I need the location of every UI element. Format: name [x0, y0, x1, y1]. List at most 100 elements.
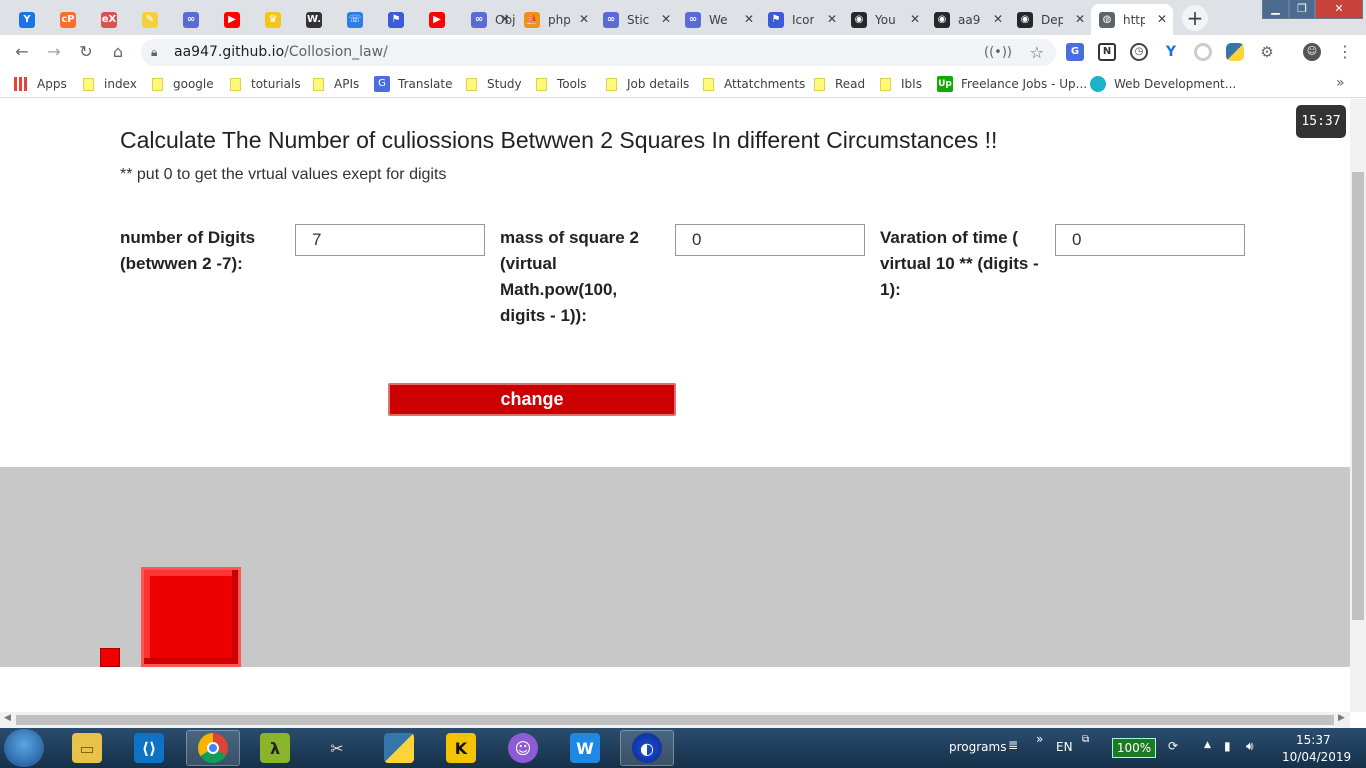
tab[interactable]: ☏ [339, 4, 380, 35]
tray-display-icon[interactable]: ⧉ [1082, 734, 1089, 745]
settings-ext-icon[interactable]: ⚙ [1258, 43, 1276, 61]
tab[interactable]: ∞ We ✕ [677, 4, 760, 35]
lock-icon: 🔒︎ [151, 45, 158, 59]
digits-input[interactable] [295, 224, 485, 256]
forward-icon[interactable]: → [43, 41, 65, 63]
tab-close-icon[interactable]: ✕ [993, 12, 1003, 26]
taskbar-python[interactable] [372, 730, 426, 766]
scroll-left-icon[interactable]: ◀ [4, 713, 11, 723]
time-variation-input[interactable] [1055, 224, 1245, 256]
taskbar-vscode[interactable]: ⟨⟩ [122, 730, 176, 766]
yandex-ext-icon[interactable]: Y [1162, 43, 1180, 61]
translate-ext-icon[interactable]: G [1066, 43, 1084, 61]
circle-ext-icon[interactable] [1194, 43, 1212, 61]
cast-icon[interactable]: ((•)) [984, 39, 1012, 66]
bookmark-item[interactable]: IbIs [880, 75, 922, 93]
tab[interactable]: ▶ [421, 4, 462, 35]
tray-up-icon[interactable]: ▲ [1204, 740, 1211, 750]
menu-icon[interactable]: ⋮ [1334, 41, 1356, 63]
tray-db-icon[interactable]: ≣ [1008, 738, 1018, 752]
tab[interactable]: ◉ aa9 ✕ [926, 4, 1009, 35]
tab[interactable]: W. [298, 4, 339, 35]
tab-close-icon[interactable]: ✕ [500, 12, 510, 26]
bookmark-item[interactable]: Up Freelance Jobs - Up... [937, 75, 1087, 93]
taskbar-lambda-app[interactable]: λ [248, 730, 302, 766]
bookmark-item[interactable]: Attatchments [703, 75, 805, 93]
tab[interactable]: ◍ http ✕ [1091, 4, 1173, 35]
reload-icon[interactable]: ↻ [75, 41, 97, 63]
taskbar-w-app[interactable]: W [558, 730, 612, 766]
tab[interactable]: cP [52, 4, 93, 35]
tab[interactable]: eX [93, 4, 134, 35]
bookmark-item[interactable]: Apps [14, 75, 67, 93]
taskbar-cat-app[interactable]: ☺ [496, 730, 550, 766]
profile-avatar[interactable]: ☺ [1303, 43, 1321, 61]
bookmark-item[interactable]: toturials [230, 75, 301, 93]
tab-close-icon[interactable]: ✕ [579, 12, 589, 26]
start-button[interactable] [4, 729, 44, 767]
bookmark-item[interactable]: Job details [606, 75, 689, 93]
tray-overflow-icon[interactable]: » [1036, 732, 1043, 746]
bookmark-label: Job details [627, 77, 690, 91]
horizontal-scroll-thumb[interactable] [16, 715, 1334, 725]
taskbar-k-app[interactable]: K [434, 730, 488, 766]
tab[interactable]: ◉ Dep ✕ [1009, 4, 1091, 35]
wikipedia-icon: W. [306, 11, 322, 28]
battery-indicator[interactable]: 100% [1112, 738, 1156, 758]
tab[interactable]: Y [11, 4, 52, 35]
volume-icon[interactable]: 🔊︎ [1246, 739, 1254, 754]
new-tab-button[interactable]: + [1182, 5, 1208, 31]
power-icon[interactable]: ▮ [1224, 739, 1231, 753]
bookmark-item[interactable]: Study [466, 75, 522, 93]
python-ext-icon[interactable] [1226, 43, 1244, 61]
tab[interactable]: ♛ [257, 4, 298, 35]
scroll-right-icon[interactable]: ▶ [1338, 713, 1345, 723]
maximize-button[interactable]: ❐ [1289, 0, 1315, 19]
tab[interactable]: ◉ You ✕ [843, 4, 926, 35]
tab[interactable]: ⚑ Icor ✕ [760, 4, 843, 35]
tab-close-icon[interactable]: ✕ [744, 12, 754, 26]
bookmark-item[interactable]: Web Development... [1090, 75, 1236, 93]
bookmarks-overflow-icon[interactable]: » [1336, 75, 1345, 91]
tab[interactable]: ∞ Obj ✕ [463, 4, 516, 35]
programs-label[interactable]: programs [949, 740, 1006, 754]
language-indicator[interactable]: EN [1056, 740, 1073, 754]
tab[interactable]: ⛵ php ✕ [516, 4, 595, 35]
taskbar-explorer[interactable]: ▭ [60, 730, 114, 766]
bookmark-item[interactable]: Read [814, 75, 865, 93]
tab[interactable]: ⚑ [380, 4, 421, 35]
close-window-button[interactable]: ✕ [1315, 0, 1363, 19]
tab-close-icon[interactable]: ✕ [1075, 12, 1085, 26]
clock-ext-icon[interactable]: ◷ [1130, 43, 1148, 61]
taskbar-snipping[interactable]: ✂ [310, 730, 364, 766]
change-button[interactable]: change [388, 383, 676, 416]
bookmark-item[interactable]: Tools [536, 75, 587, 93]
taskbar-firefox[interactable]: ◐ [620, 730, 674, 766]
mass-input[interactable] [675, 224, 865, 256]
tab[interactable]: ✎ [134, 4, 175, 35]
vertical-scroll-thumb[interactable] [1352, 172, 1364, 620]
tab-close-icon[interactable]: ✕ [1157, 12, 1167, 26]
clock-time[interactable]: 15:37 [1296, 733, 1331, 747]
bookmark-item[interactable]: google [152, 75, 214, 93]
star-icon[interactable]: ☆ [1030, 39, 1044, 66]
tab[interactable]: ▶ [216, 4, 257, 35]
address-bar[interactable]: 🔒︎ aa947.github.io/Collosion_law/ ((•)) … [141, 39, 1056, 66]
firefox-icon: ◐ [632, 733, 662, 763]
bookmark-item[interactable]: APIs [313, 75, 359, 93]
minimize-button[interactable]: ▁ [1262, 0, 1289, 19]
tab-close-icon[interactable]: ✕ [661, 12, 671, 26]
back-icon[interactable]: ← [11, 41, 33, 63]
tab-close-icon[interactable]: ✕ [827, 12, 837, 26]
home-icon[interactable]: ⌂ [107, 41, 129, 63]
tray-sync-icon[interactable]: ⟳ [1168, 739, 1178, 753]
tab-strip: YcP eX ✎ ∞ ▶ ♛ W. ☏ ⚑ ▶ ∞ Obj ✕ ⛵ php ✕ ∞ Stic ✕ ∞ We ✕ ⚑ Icor ✕… [0, 0, 1366, 35]
clock-date[interactable]: 10/04/2019 [1282, 750, 1351, 764]
tab[interactable]: ∞ Stic ✕ [595, 4, 677, 35]
tab[interactable]: ∞ [175, 4, 216, 35]
bookmark-item[interactable]: G Translate [374, 75, 453, 93]
taskbar-chrome[interactable] [186, 730, 240, 766]
tab-close-icon[interactable]: ✕ [910, 12, 920, 26]
bookmark-item[interactable]: index [83, 75, 137, 93]
notion-ext-icon[interactable]: N [1098, 43, 1116, 61]
